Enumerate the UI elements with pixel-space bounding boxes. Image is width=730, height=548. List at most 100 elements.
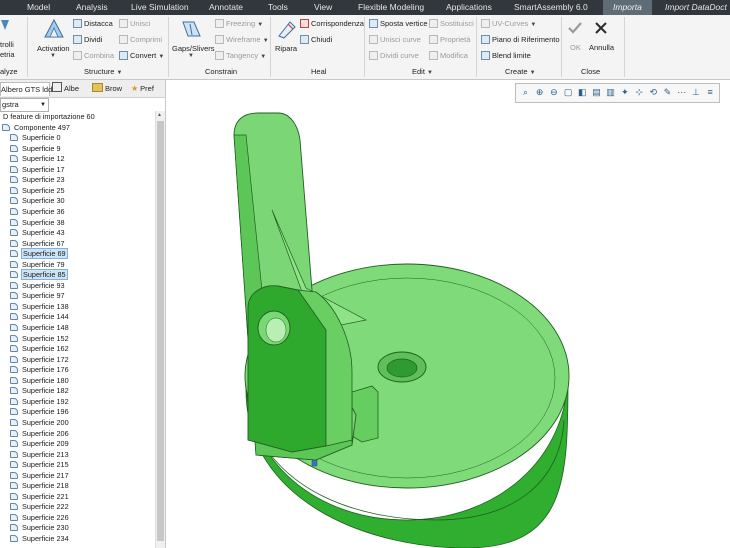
- zoom-in-icon[interactable]: ⊕: [534, 87, 545, 98]
- unisci-curve-button[interactable]: Unisci curve: [369, 35, 421, 44]
- tree-item[interactable]: Superficie 12: [10, 153, 66, 164]
- tree-item[interactable]: Superficie 200: [10, 417, 70, 428]
- tree-item[interactable]: Componente 497: [2, 122, 71, 133]
- tree-item[interactable]: Superficie 25: [10, 185, 66, 196]
- wireframe-button[interactable]: Wireframe ▼: [215, 35, 269, 44]
- ok-button[interactable]: OK: [565, 19, 585, 63]
- tree-item[interactable]: Superficie 172: [10, 354, 70, 365]
- tab-albero[interactable]: Albe: [52, 82, 86, 95]
- tree-item[interactable]: Superficie 206: [10, 428, 70, 439]
- tab-preferiti[interactable]: ★ Pref: [131, 82, 165, 95]
- dividi-button[interactable]: Dividi: [73, 35, 102, 44]
- tree-item[interactable]: Superficie 30: [10, 195, 66, 206]
- tree-item[interactable]: Superficie 79: [10, 259, 66, 270]
- comprimi-button[interactable]: Comprimi: [119, 35, 162, 44]
- tab-model[interactable]: Model: [27, 0, 50, 15]
- tree-item[interactable]: Superficie 85: [10, 269, 68, 281]
- csys-icon[interactable]: ⊥: [690, 87, 701, 98]
- tab-smartassembly[interactable]: SmartAssembly 6.0: [514, 0, 588, 15]
- tree-scrollbar[interactable]: ▲: [155, 111, 165, 548]
- distacca-button[interactable]: Distacca: [73, 19, 113, 28]
- tree-item[interactable]: Superficie 209: [10, 438, 70, 449]
- filter-combo[interactable]: gstra ▼: [0, 98, 49, 112]
- tree-item[interactable]: Superficie 152: [10, 333, 70, 344]
- refit-icon[interactable]: ⌕: [520, 87, 531, 98]
- blend-limite-button[interactable]: Blend limite: [481, 51, 531, 60]
- chiudi-button[interactable]: Chiudi: [300, 35, 332, 44]
- gaps-slivers-button[interactable]: Gaps/Slivers ▼: [172, 17, 215, 63]
- tab-view[interactable]: View: [314, 0, 332, 15]
- cad-model-view[interactable]: [166, 80, 730, 548]
- tree-item[interactable]: Superficie 176: [10, 364, 70, 375]
- tree-item[interactable]: Superficie 230: [10, 522, 70, 533]
- tree-item[interactable]: Superficie 67: [10, 238, 66, 249]
- piano-riferimento-button[interactable]: Piano di Riferimento: [481, 35, 560, 44]
- tree-item[interactable]: Superficie 69: [10, 248, 68, 260]
- tab-import-datadoctor[interactable]: Import DataDoct: [665, 0, 727, 15]
- unisci-button[interactable]: Unisci: [119, 19, 150, 28]
- tab-browser[interactable]: Brow: [92, 82, 126, 95]
- activation-button[interactable]: Activation ▼: [37, 17, 70, 63]
- ribbon-partial-geometry-label[interactable]: etria: [0, 50, 15, 59]
- tree-item[interactable]: Superficie 182: [10, 385, 70, 396]
- tree-item[interactable]: Superficie 97: [10, 290, 66, 301]
- tree-item[interactable]: Superficie 43: [10, 227, 66, 238]
- graphics-window[interactable]: ⌕ ⊕ ⊖ ▢ ◧ ▤ ▥ ✦ ⊹ ⟲ ✎ ⋯ ⊥ ≡: [166, 80, 730, 548]
- annotation-display-icon[interactable]: ⊹: [634, 87, 645, 98]
- tree-item[interactable]: Superficie 222: [10, 501, 70, 512]
- point-tags-icon[interactable]: ⋯: [676, 87, 687, 98]
- tree-item[interactable]: Superficie 17: [10, 164, 66, 175]
- tree-item[interactable]: Superficie 217: [10, 470, 70, 481]
- tree-item[interactable]: Superficie 162: [10, 343, 70, 354]
- saved-views-icon[interactable]: ▤: [591, 87, 602, 98]
- model-tree-icon[interactable]: ≡: [705, 87, 716, 98]
- zoom-out-icon[interactable]: ⊖: [548, 87, 559, 98]
- ripara-button[interactable]: Ripara: [274, 17, 300, 63]
- annulla-button[interactable]: Annulla: [588, 19, 616, 63]
- tree-item[interactable]: D feature di importazione 60: [2, 111, 96, 122]
- tree-item[interactable]: Superficie 234: [10, 533, 70, 544]
- tree-item[interactable]: Superficie 196: [10, 406, 70, 417]
- tree-item[interactable]: Superficie 221: [10, 491, 70, 502]
- tangency-button[interactable]: Tangency ▼: [215, 51, 266, 60]
- scroll-up-icon[interactable]: ▲: [157, 112, 162, 118]
- proprieta-button[interactable]: Proprietà: [429, 35, 470, 44]
- tree-item[interactable]: Superficie 213: [10, 449, 70, 460]
- tree-item[interactable]: Superficie 36: [10, 206, 66, 217]
- datum-display-icon[interactable]: ✦: [619, 87, 630, 98]
- tree-item[interactable]: Superficie 144: [10, 311, 70, 322]
- tab-applications[interactable]: Applications: [446, 0, 492, 15]
- tree-item[interactable]: Superficie 138: [10, 301, 70, 312]
- tree-item[interactable]: Superficie 38: [10, 217, 66, 228]
- view-manager-icon[interactable]: ▥: [605, 87, 616, 98]
- display-style-icon[interactable]: ◧: [577, 87, 588, 98]
- modifica-button[interactable]: Modifica: [429, 51, 468, 60]
- tab-annotate[interactable]: Annotate: [209, 0, 243, 15]
- plane-tags-icon[interactable]: ✎: [662, 87, 673, 98]
- tree-item[interactable]: Superficie 226: [10, 512, 70, 523]
- sposta-vertice-button[interactable]: Sposta vertice: [369, 19, 428, 28]
- tree-item[interactable]: Superficie 23: [10, 174, 66, 185]
- tree-item[interactable]: Superficie 218: [10, 480, 70, 491]
- repaint-icon[interactable]: ▢: [563, 87, 574, 98]
- spin-center-icon[interactable]: ⟲: [648, 87, 659, 98]
- tree-item[interactable]: Superficie 215: [10, 459, 70, 470]
- tab-importa[interactable]: Importa: [603, 0, 652, 15]
- dividi-curve-button[interactable]: Dividi curve: [369, 51, 419, 60]
- ribbon-partial-controls-label[interactable]: trolli: [0, 40, 14, 49]
- sostituisci-button[interactable]: Sostituisci: [429, 19, 474, 28]
- tab-flexible-modeling[interactable]: Flexible Modeling: [358, 0, 424, 15]
- uv-curves-button[interactable]: UV-Curves ▼: [481, 19, 536, 28]
- tree-item[interactable]: Superficie 148: [10, 322, 70, 333]
- tree-item[interactable]: Superficie 93: [10, 280, 66, 291]
- tree-item[interactable]: Superficie 0: [10, 132, 62, 143]
- scrollbar-thumb[interactable]: [157, 121, 164, 541]
- tree-item[interactable]: Superficie 192: [10, 396, 70, 407]
- tab-analysis[interactable]: Analysis: [76, 0, 108, 15]
- combina-button[interactable]: Combina: [73, 51, 114, 60]
- tree-item[interactable]: Superficie 9: [10, 143, 62, 154]
- converti-button[interactable]: Convert ▼: [119, 51, 164, 60]
- tab-live-simulation[interactable]: Live Simulation: [131, 0, 189, 15]
- tab-albero-gts[interactable]: Albero GTS ldd: [0, 82, 52, 96]
- corrispondenza-button[interactable]: Corrispondenza: [300, 19, 364, 28]
